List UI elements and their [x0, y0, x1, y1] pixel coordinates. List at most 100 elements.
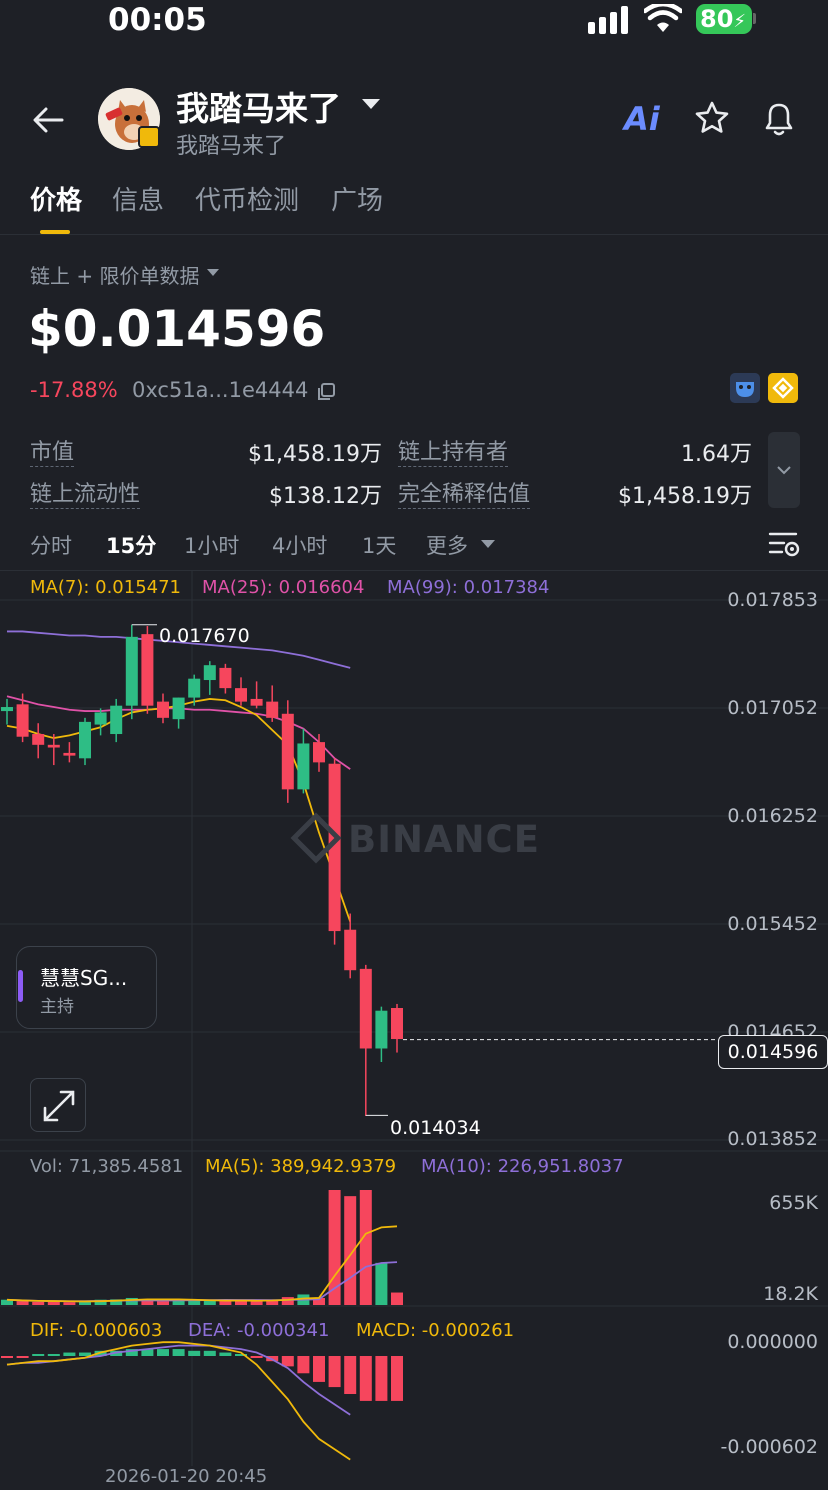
- low-price-label: 0.014034: [390, 1117, 481, 1139]
- candle-body: [297, 743, 310, 790]
- price-axis-label: 0.017853: [727, 589, 818, 611]
- tab-token-check[interactable]: 代币检测: [195, 180, 299, 217]
- host-indicator: [18, 970, 23, 1002]
- candle-body: [157, 701, 169, 718]
- macd-histogram-bar: [1, 1356, 13, 1358]
- macd-histogram-bar: [32, 1354, 45, 1356]
- liquidity-value: $138.12万: [269, 484, 382, 509]
- candle-body: [188, 678, 201, 698]
- candle-body: [63, 752, 76, 756]
- macd-histogram-bar: [188, 1350, 201, 1356]
- fullscreen-button[interactable]: [30, 1078, 86, 1132]
- liquidity-label[interactable]: 链上流动性: [30, 476, 141, 509]
- volume-ma5-legend: MA(5): 389,942.9379: [205, 1156, 397, 1177]
- macd-histogram-bar: [344, 1356, 357, 1395]
- timeframe-1h[interactable]: 1小时: [184, 530, 239, 560]
- holders-value: 1.64万: [681, 442, 752, 467]
- candle-body: [219, 667, 232, 689]
- mask-icon[interactable]: [730, 373, 760, 403]
- binance-watermark: BINANCE: [290, 812, 540, 864]
- price-axis-label: 0.017052: [727, 697, 818, 719]
- back-arrow-icon[interactable]: [30, 102, 66, 138]
- macd-histogram-bar: [172, 1349, 185, 1356]
- expand-icon: [43, 1090, 75, 1122]
- bnb-icon[interactable]: [768, 373, 798, 403]
- timeframe-15m[interactable]: 15分: [106, 530, 156, 560]
- stats-expand-button[interactable]: [768, 432, 800, 508]
- ma7-legend: MA(7): 0.015471: [30, 577, 182, 598]
- candle-body: [313, 742, 325, 763]
- macd-histogram-bar: [391, 1356, 403, 1401]
- bnb-chain-badge: [138, 126, 160, 148]
- price-axis-label: 0.015452: [727, 913, 818, 935]
- volume-bar: [47, 1301, 60, 1305]
- timeframe-1d[interactable]: 1天: [362, 530, 396, 560]
- star-icon[interactable]: [694, 100, 730, 136]
- token-subtitle: 我踏马来了: [176, 134, 287, 159]
- dea-legend: DEA: -0.000341: [188, 1320, 330, 1341]
- status-time: 00:05: [108, 2, 207, 38]
- copy-icon[interactable]: [316, 382, 336, 402]
- volume-bar: [391, 1292, 403, 1305]
- candle-body: [94, 712, 107, 725]
- volume-bar: [375, 1262, 388, 1305]
- current-price: $0.014596: [28, 300, 326, 358]
- macd-histogram-bar: [359, 1356, 372, 1401]
- market-cap-value: $1,458.19万: [248, 442, 382, 467]
- macd-histogram-bar: [47, 1354, 60, 1356]
- candle-body: [344, 929, 357, 971]
- volume-legend: Vol: 71,385.4581: [30, 1156, 184, 1177]
- tab-price[interactable]: 价格: [30, 180, 82, 217]
- chevron-down-icon: [777, 466, 791, 475]
- caret-down-icon[interactable]: [362, 99, 380, 109]
- token-title[interactable]: 我踏马来了: [176, 82, 341, 130]
- cellular-signal-icon: [588, 6, 628, 34]
- candle-body: [125, 636, 138, 706]
- macd-axis-label: -0.000602: [720, 1436, 818, 1458]
- macd-histogram-bar: [63, 1352, 76, 1356]
- macd-histogram-bar: [219, 1352, 232, 1356]
- candle-body: [203, 665, 216, 681]
- tabs-divider: [0, 234, 828, 235]
- caret-down-icon[interactable]: [207, 269, 219, 276]
- volume-axis-label: 18.2K: [763, 1283, 818, 1305]
- timeframe-4h[interactable]: 4小时: [272, 530, 327, 560]
- volume-bar: [235, 1301, 247, 1305]
- battery-icon: 80⚡: [696, 4, 752, 34]
- macd-axis-label: 0.000000: [727, 1331, 818, 1353]
- host-name[interactable]: 慧慧SG...: [40, 962, 127, 991]
- caret-down-icon[interactable]: [481, 540, 495, 548]
- tab-square[interactable]: 广场: [331, 180, 383, 217]
- market-cap-label[interactable]: 市值: [30, 434, 75, 467]
- macd-histogram-bar: [297, 1356, 310, 1374]
- chart-settings-icon[interactable]: [768, 530, 800, 558]
- contract-address[interactable]: 0xc51a...1e4444: [132, 378, 308, 402]
- volume-bar: [32, 1301, 45, 1305]
- candle-body: [172, 697, 185, 720]
- candle-body: [266, 701, 279, 718]
- volume-axis-label: 655K: [769, 1192, 818, 1214]
- tab-info[interactable]: 信息: [112, 180, 164, 217]
- timeframe-line[interactable]: 分时: [30, 530, 72, 560]
- volume-bar: [63, 1302, 76, 1305]
- candle-body: [79, 721, 91, 759]
- price-axis-label: 0.013852: [727, 1128, 818, 1150]
- macd-histogram-bar: [375, 1356, 388, 1401]
- data-source-selector[interactable]: 链上 + 限价单数据: [30, 260, 199, 289]
- fdv-label[interactable]: 完全稀释估值: [398, 476, 531, 509]
- ai-icon[interactable]: Ai: [624, 100, 660, 138]
- ma99-legend: MA(99): 0.017384: [387, 577, 550, 598]
- candle-body: [47, 744, 60, 748]
- bell-icon[interactable]: [761, 100, 797, 138]
- volume-bar: [359, 1190, 372, 1305]
- volume-bar: [281, 1297, 294, 1305]
- candle-body: [250, 698, 263, 706]
- wifi-icon: [644, 4, 682, 32]
- holders-label[interactable]: 链上持有者: [398, 434, 509, 467]
- macd-histogram-bar: [157, 1349, 169, 1356]
- price-change: -17.88%: [30, 378, 118, 402]
- volume-bar: [16, 1301, 29, 1305]
- candle-body: [32, 734, 45, 745]
- timeframe-more[interactable]: 更多: [426, 530, 468, 560]
- candle-body: [281, 713, 294, 790]
